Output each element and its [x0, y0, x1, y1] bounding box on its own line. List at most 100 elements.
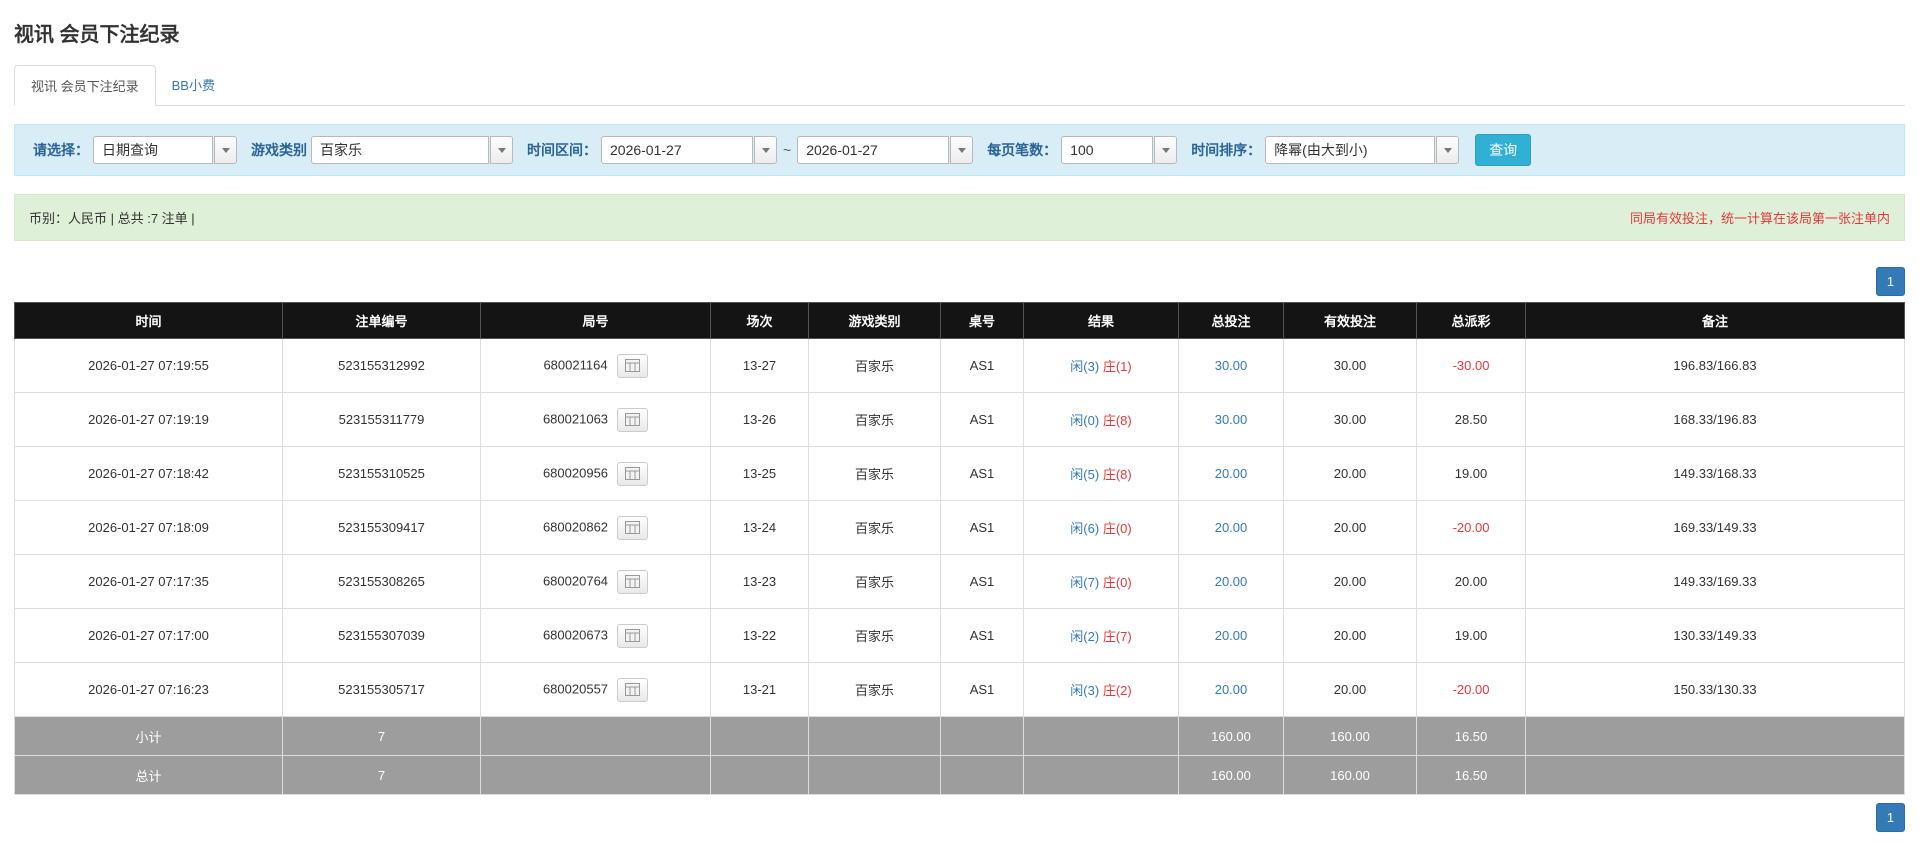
query-type-input[interactable]: [93, 136, 213, 164]
page-number-button[interactable]: 1: [1876, 267, 1905, 296]
result-banker: 庄(0): [1102, 521, 1132, 536]
cell-table-number: AS1: [940, 608, 1024, 663]
cell-result: 闲(2) 庄(7): [1023, 608, 1179, 663]
chevron-down-icon: [761, 147, 770, 153]
cell-table-number: AS1: [940, 500, 1024, 555]
sort-order-dropdown-button[interactable]: [1436, 136, 1460, 164]
total-bet-link[interactable]: 30.00: [1215, 358, 1248, 373]
column-header: 有效投注: [1283, 302, 1417, 339]
chevron-down-icon: [221, 147, 230, 153]
grid-icon: [625, 467, 641, 480]
column-header: 桌号: [940, 302, 1024, 339]
result-player: 闲(7): [1070, 575, 1100, 590]
total-bet-link[interactable]: 30.00: [1215, 412, 1248, 427]
cell-result: 闲(0) 庄(8): [1023, 392, 1179, 447]
cell-table-number: AS1: [940, 554, 1024, 609]
page-number-button[interactable]: 1: [1876, 803, 1905, 832]
page-size-dropdown-button[interactable]: [1154, 136, 1178, 164]
round-number: 680020557: [542, 680, 609, 696]
round-detail-button[interactable]: [617, 623, 649, 648]
cell-game-type: 百家乐: [808, 392, 941, 447]
game-type-dropdown-button[interactable]: [490, 136, 513, 164]
column-header: 局号: [480, 302, 711, 339]
cell-total-bet: 20.00: [1178, 608, 1284, 663]
cell-result: 闲(3) 庄(1): [1023, 338, 1179, 393]
cell-note: 149.33/169.33: [1525, 554, 1905, 609]
result-player: 闲(3): [1070, 683, 1100, 698]
cell-game-type: 百家乐: [808, 500, 941, 555]
column-header: 场次: [710, 302, 809, 339]
cell-result: 闲(3) 庄(2): [1023, 662, 1179, 717]
table-row: 2026-01-27 07:17:35 523155308265 680020764…: [14, 554, 1905, 609]
round-detail-button[interactable]: [617, 515, 649, 540]
column-header: 总派彩: [1416, 302, 1526, 339]
grid-icon: [625, 521, 641, 534]
date-from-input[interactable]: [601, 136, 753, 164]
date-to-input[interactable]: [797, 136, 950, 164]
time-range-label: 时间区间：: [527, 142, 597, 158]
round-number: 680021063: [542, 410, 609, 426]
table-header-row: 时间 注单编号 局号 场次 游戏类别 桌号 结果 总投注 有效投注 总派彩 备注: [14, 302, 1905, 339]
total-bet-link[interactable]: 20.00: [1215, 520, 1248, 535]
cell-session: 13-25: [710, 446, 809, 501]
tab-betting-records[interactable]: 视讯 会员下注纪录: [14, 65, 156, 106]
cell-valid-bet: 30.00: [1283, 338, 1417, 393]
round-detail-button[interactable]: [617, 569, 649, 594]
table-row: 2026-01-27 07:18:09 523155309417 680020862…: [14, 500, 1905, 555]
table-row: 2026-01-27 07:19:55 523155312992 680021164…: [14, 338, 1905, 393]
summary-valid-bet: 160.00: [1283, 716, 1417, 756]
page-size-input[interactable]: [1061, 136, 1154, 164]
cell-time: 2026-01-27 07:18:42: [14, 446, 283, 501]
total-bet-link[interactable]: 20.00: [1215, 682, 1248, 697]
sort-order-input[interactable]: [1265, 136, 1436, 164]
cell-round-number: 680020862: [480, 500, 711, 555]
table-summary-row: 总计 7 160.00 160.00 16.50: [14, 755, 1905, 795]
table-footer: 小计 7 160.00 160.00 16.50 总计 7 160.00 160.00 16.50: [14, 716, 1905, 795]
summary-total-bet: 160.00: [1178, 716, 1284, 756]
tab-bb-tip[interactable]: BB小费: [156, 65, 231, 106]
round-detail-button[interactable]: [617, 677, 649, 702]
cell-bet-number: 523155309417: [282, 500, 481, 555]
total-bet-link[interactable]: 20.00: [1215, 628, 1248, 643]
round-detail-button[interactable]: [617, 407, 649, 432]
grid-icon: [624, 359, 640, 372]
result-banker: 庄(8): [1102, 467, 1132, 482]
date-from-dropdown-button[interactable]: [754, 136, 777, 164]
round-detail-button[interactable]: [616, 353, 648, 378]
round-detail-button[interactable]: [617, 461, 649, 486]
cell-valid-bet: 20.00: [1283, 554, 1417, 609]
result-banker: 庄(1): [1102, 359, 1132, 374]
table-row: 2026-01-27 07:17:00 523155307039 680020673…: [14, 608, 1905, 663]
cell-round-number: 680021063: [480, 392, 711, 447]
table-row: 2026-01-27 07:19:19 523155311779 680021063…: [14, 392, 1905, 447]
cell-session: 13-21: [710, 662, 809, 717]
cell-round-number: 680020764: [480, 554, 711, 609]
cell-session: 13-26: [710, 392, 809, 447]
cell-result: 闲(6) 庄(0): [1023, 500, 1179, 555]
cell-note: 130.33/149.33: [1525, 608, 1905, 663]
summary-payout: 16.50: [1416, 716, 1526, 756]
cell-game-type: 百家乐: [808, 338, 941, 393]
date-to-picker: [797, 136, 974, 164]
chevron-down-icon: [1161, 147, 1170, 153]
cell-game-type: 百家乐: [808, 554, 941, 609]
query-type-dropdown-button[interactable]: [214, 136, 237, 164]
total-bet-link[interactable]: 20.00: [1215, 574, 1248, 589]
cell-valid-bet: 20.00: [1283, 608, 1417, 663]
search-button[interactable]: 查询: [1475, 134, 1532, 166]
page-title: 视讯 会员下注纪录: [14, 24, 180, 46]
date-to-dropdown-button[interactable]: [950, 136, 974, 164]
cell-note: 150.33/130.33: [1525, 662, 1905, 717]
cell-payout: 20.00: [1416, 554, 1526, 609]
cell-note: 196.83/166.83: [1525, 338, 1905, 393]
game-type-label: 游戏类别: [251, 142, 307, 158]
tab-bar: 视讯 会员下注纪录 BB小费: [14, 65, 1905, 106]
filter-bar: 请选择： 游戏类别 时间区间： ~ 每页笔数： 时间排序：: [14, 124, 1905, 176]
cell-total-bet: 20.00: [1178, 662, 1284, 717]
chevron-down-icon: [957, 147, 966, 153]
cell-payout: 19.00: [1416, 608, 1526, 663]
cell-time: 2026-01-27 07:16:23: [14, 662, 283, 717]
column-header: 注单编号: [282, 302, 481, 339]
game-type-input[interactable]: [311, 136, 489, 164]
total-bet-link[interactable]: 20.00: [1215, 466, 1248, 481]
